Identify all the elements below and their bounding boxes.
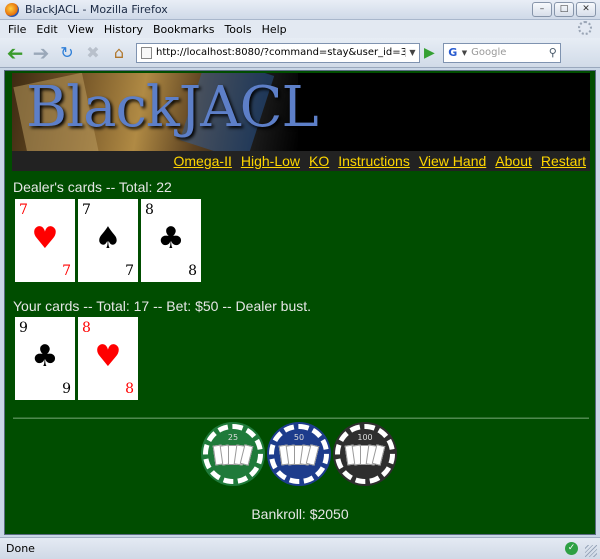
- divider: [13, 417, 589, 419]
- card-rank: 8: [188, 263, 197, 279]
- chip-value: 100: [357, 433, 373, 442]
- dealer-total-label: Dealer's cards -- Total: 22: [13, 179, 172, 195]
- search-icon[interactable]: ⚲: [549, 46, 557, 59]
- player-card: 9 ♣ 9: [15, 317, 75, 400]
- search-box[interactable]: G ▼ Google ⚲: [442, 42, 561, 63]
- dealer-card: 8 ♣ 8: [141, 199, 201, 282]
- heart-icon: ♥: [31, 221, 59, 256]
- page-content: BlackJACL Omega-II High-Low KO Instructi…: [4, 70, 596, 535]
- player-cards: 9 ♣ 9 8 ♥ 8: [15, 317, 138, 400]
- chip-cards-decoration: [278, 444, 320, 467]
- chip-cards-decoration: [344, 444, 386, 467]
- go-arrow-icon[interactable]: ▶: [424, 45, 435, 61]
- link-high-low[interactable]: High-Low: [241, 153, 300, 169]
- card-rank: 8: [82, 320, 91, 336]
- check-icon: ✓: [565, 542, 578, 555]
- firefox-icon: [5, 2, 19, 17]
- player-card: 8 ♥ 8: [78, 317, 138, 400]
- resize-grip-icon[interactable]: [585, 545, 597, 557]
- menu-view[interactable]: View: [68, 23, 94, 36]
- stop-icon[interactable]: ✖: [82, 42, 104, 64]
- link-view-hand[interactable]: View Hand: [419, 153, 486, 169]
- card-rank: 7: [82, 202, 91, 218]
- menu-edit[interactable]: Edit: [36, 23, 57, 36]
- menu-bar: File Edit View History Bookmarks Tools H…: [0, 20, 600, 38]
- reload-icon[interactable]: ↻: [56, 42, 78, 64]
- url-text[interactable]: http://localhost:8080/?command=stay&user…: [156, 47, 405, 58]
- chip-cards-decoration: [212, 444, 254, 467]
- card-rank: 7: [125, 263, 134, 279]
- search-placeholder[interactable]: Google: [471, 47, 549, 58]
- card-rank: 8: [145, 202, 154, 218]
- link-ko[interactable]: KO: [309, 153, 329, 169]
- back-arrow-icon[interactable]: ➔: [4, 41, 26, 65]
- minimize-button[interactable]: –: [532, 2, 552, 17]
- status-bar: Done ✓: [0, 537, 600, 559]
- chip-value: 50: [293, 433, 305, 442]
- menu-file[interactable]: File: [8, 23, 26, 36]
- url-dropdown-icon[interactable]: ▼: [405, 48, 419, 57]
- maximize-button[interactable]: □: [554, 2, 574, 17]
- card-rank: 9: [19, 320, 28, 336]
- dealer-cards: 7 ♥ 7 7 ♠ 7 8 ♣ 8: [15, 199, 201, 282]
- card-rank: 7: [62, 263, 71, 279]
- club-icon: ♣: [157, 221, 185, 256]
- navigation-toolbar: ➔ ➔ ↻ ✖ ⌂ http://localhost:8080/?command…: [0, 38, 600, 68]
- heart-icon: ♥: [94, 339, 122, 374]
- bet-chips: 25 50 100: [203, 424, 395, 484]
- menu-history[interactable]: History: [104, 23, 143, 36]
- chip-100-button[interactable]: 100: [335, 424, 395, 484]
- window-controls: – □ ✕: [532, 2, 596, 17]
- card-rank: 7: [19, 202, 28, 218]
- card-rank: 8: [125, 381, 134, 397]
- menu-bookmarks[interactable]: Bookmarks: [153, 23, 214, 36]
- title-bar: BlackJACL - Mozilla Firefox – □ ✕: [0, 0, 600, 20]
- home-icon[interactable]: ⌂: [108, 42, 130, 64]
- site-nav: Omega-II High-Low KO Instructions View H…: [12, 151, 590, 171]
- menu-tools[interactable]: Tools: [224, 23, 251, 36]
- throbber-icon: [578, 21, 592, 35]
- forward-arrow-icon[interactable]: ➔: [30, 41, 52, 65]
- search-engine-dropdown-icon[interactable]: ▼: [462, 49, 467, 57]
- link-instructions[interactable]: Instructions: [338, 153, 410, 169]
- banner: BlackJACL: [12, 73, 590, 151]
- link-restart[interactable]: Restart: [541, 153, 586, 169]
- chip-25-button[interactable]: 25: [203, 424, 263, 484]
- google-icon[interactable]: G: [445, 45, 460, 60]
- link-omega-ii[interactable]: Omega-II: [174, 153, 232, 169]
- link-about[interactable]: About: [495, 153, 532, 169]
- page-icon: [141, 46, 152, 59]
- menu-help[interactable]: Help: [262, 23, 287, 36]
- status-text: Done: [6, 542, 35, 555]
- window-title: BlackJACL - Mozilla Firefox: [25, 3, 168, 16]
- dealer-card: 7 ♥ 7: [15, 199, 75, 282]
- player-total-label: Your cards -- Total: 17 -- Bet: $50 -- D…: [13, 298, 312, 314]
- club-icon: ♣: [31, 339, 59, 374]
- bankroll: Bankroll: $2050: [251, 506, 349, 522]
- site-logo: BlackJACL: [26, 75, 319, 140]
- close-button[interactable]: ✕: [576, 2, 596, 17]
- chip-50-button[interactable]: 50: [269, 424, 329, 484]
- chip-value: 25: [227, 433, 239, 442]
- spade-icon: ♠: [94, 221, 122, 256]
- url-bar[interactable]: http://localhost:8080/?command=stay&user…: [136, 42, 420, 63]
- card-rank: 9: [62, 381, 71, 397]
- dealer-card: 7 ♠ 7: [78, 199, 138, 282]
